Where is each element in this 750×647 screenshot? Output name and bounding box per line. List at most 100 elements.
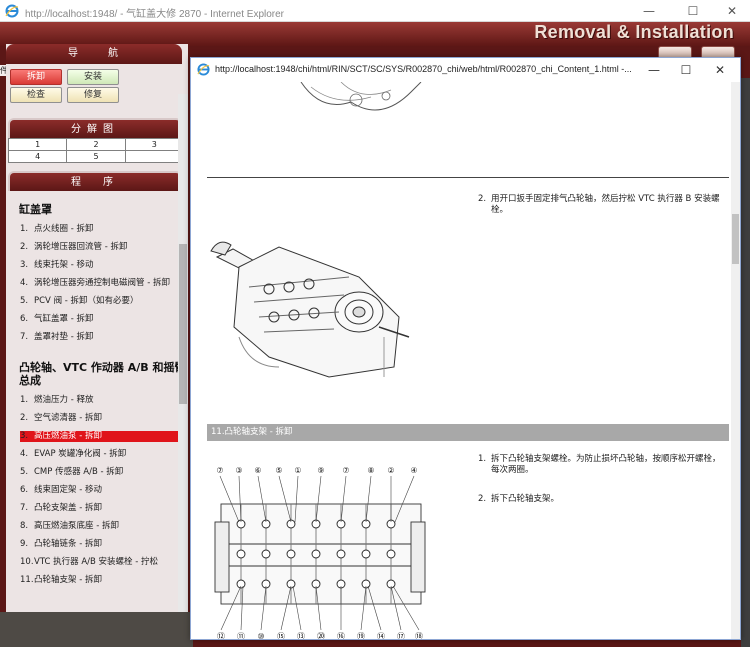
list-item[interactable]: 7. 凸轮支架盖 - 拆卸 xyxy=(20,503,182,514)
item-number: 3. xyxy=(20,260,29,270)
section-title-camshaft: 凸轮轴、VTC 作动器 A/B 和摇臂总成 xyxy=(19,361,186,387)
list-item[interactable]: 4. 涡轮增压器旁通控制电磁阀管 - 拆卸 xyxy=(20,278,182,289)
item-number: 11. xyxy=(20,575,34,585)
section-bar-camshaft-holder: 11.凸轮轴支架 - 拆卸 xyxy=(207,424,729,441)
bolt-label-top-10: ④ xyxy=(410,466,417,475)
exploded-view-title: 分解图 xyxy=(8,118,182,138)
list-item[interactable]: 1. 燃油压力 - 释放 xyxy=(20,395,182,406)
camshaft-wrench-illustration xyxy=(210,241,410,378)
list-item[interactable]: 2. 涡轮增压器回流管 - 拆卸 xyxy=(20,242,182,253)
bolt-label-bottom-2: ⑪ xyxy=(237,632,245,639)
installation-button[interactable]: 安装 xyxy=(67,69,119,85)
engine-illustration-top xyxy=(300,82,422,111)
popup-close-button[interactable]: ✕ xyxy=(705,58,735,82)
exploded-cell-5[interactable]: 5 xyxy=(66,150,126,163)
list-item[interactable]: 7. 盖罩衬垫 - 拆卸 xyxy=(20,332,182,343)
item-number: 4. xyxy=(20,449,29,459)
list-item[interactable]: 1. 点火线圈 - 拆卸 xyxy=(20,224,182,235)
exploded-cell-6 xyxy=(124,150,185,163)
content-popup-window: http://localhost:1948/chi/html/RIN/SCT/S… xyxy=(190,57,741,640)
procedure-list: 缸盖罩 1. 点火线圈 - 拆卸 2. 涡轮增压器回流管 - 拆卸 3. 线束托架 -… xyxy=(6,191,188,612)
item-number: 8. xyxy=(20,521,29,531)
list-item[interactable]: 5. PCV 阀 - 拆卸（如有必要） xyxy=(20,296,182,307)
list-item[interactable]: 2. 空气滤清器 - 拆卸 xyxy=(20,413,182,424)
popup-titlebar: http://localhost:1948/chi/html/RIN/SCT/S… xyxy=(191,58,740,82)
popup-maximize-button[interactable]: ☐ xyxy=(671,58,701,82)
list-item-selected[interactable]: 3. 高压燃油泵 - 拆卸 xyxy=(20,431,184,442)
popup-scrollbar-thumb[interactable] xyxy=(732,214,739,264)
item-number: 6. xyxy=(20,485,29,495)
exploded-cell-1[interactable]: 1 xyxy=(7,138,68,151)
removal-button[interactable]: 拆卸 xyxy=(10,69,62,85)
bolt-label-top-6: ⑨ xyxy=(317,466,324,475)
step-label: 拆下凸轮轴支架。 xyxy=(491,494,560,504)
item-label: 线束固定架 - 移动 xyxy=(34,485,102,495)
step-number: 2. xyxy=(478,494,487,504)
step-number: 1. xyxy=(478,454,487,464)
step-2-text: 2. 用开口扳手固定排气凸轮轴，然后拧松 VTC 执行器 B 安装螺栓。 xyxy=(478,194,723,216)
item-label: EVAP 炭罐净化阀 - 拆卸 xyxy=(34,449,127,459)
item-number: 7. xyxy=(20,332,29,342)
right-edge-strip xyxy=(741,78,750,647)
item-label: 凸轮支架盖 - 拆卸 xyxy=(34,503,102,513)
list-item[interactable]: 4. EVAP 炭罐净化阀 - 拆卸 xyxy=(20,449,182,460)
bolt-label-top-2: ③ xyxy=(235,466,242,475)
list-item[interactable]: 5. CMP 传感器 A/B - 拆卸 xyxy=(20,467,182,478)
window-title: http://localhost:1948/ - 气缸盖大修 2870 - In… xyxy=(25,9,285,20)
list-item[interactable]: 6. 线束固定架 - 移动 xyxy=(20,485,182,496)
maximize-button[interactable]: ☐ xyxy=(675,0,711,22)
item-label: 空气滤清器 - 拆卸 xyxy=(34,413,102,423)
exploded-cell-4[interactable]: 4 xyxy=(7,150,68,163)
list-item[interactable]: 8. 高压燃油泵底座 - 拆卸 xyxy=(20,521,182,532)
nav-scrollbar-thumb[interactable] xyxy=(179,244,187,404)
exploded-cell-2[interactable]: 2 xyxy=(66,138,126,151)
list-item[interactable]: 6. 气缸盖罩 - 拆卸 xyxy=(20,314,182,325)
bolt-label-top-4: ⑤ xyxy=(275,466,282,475)
main-titlebar: http://localhost:1948/ - 气缸盖大修 2870 - In… xyxy=(0,0,750,22)
item-number: 7. xyxy=(20,503,29,513)
bolt-label-bottom-3: ⑩ xyxy=(257,632,264,639)
popup-scrollbar[interactable] xyxy=(731,82,740,639)
nav-title: 导 航 xyxy=(6,44,182,64)
list-item[interactable]: 10. VTC 执行器 A/B 安装螺栓 - 拧松 xyxy=(20,557,182,568)
bolt-label-top-5: ① xyxy=(294,466,301,475)
bolt-label-top-9: ② xyxy=(387,466,394,475)
item-label: CMP 传感器 A/B - 拆卸 xyxy=(34,467,124,477)
item-number: 2. xyxy=(20,242,29,252)
step-number: 2. xyxy=(478,194,487,204)
bolt-label-bottom-11: ⑱ xyxy=(415,632,423,639)
item-number: 5. xyxy=(20,296,29,306)
nav-button-row-1: 拆卸 安装 xyxy=(6,64,188,87)
close-button[interactable]: ✕ xyxy=(714,0,750,22)
ie-icon xyxy=(5,4,19,18)
list-item[interactable]: 9. 凸轮轴链条 - 拆卸 xyxy=(20,539,182,550)
bolt-label-bottom-1: ⑫ xyxy=(217,632,225,639)
repair-button[interactable]: 修复 xyxy=(67,87,119,103)
item-label: VTC 执行器 A/B 安装螺栓 - 拧松 xyxy=(34,557,159,567)
inspection-button[interactable]: 检查 xyxy=(10,87,62,103)
list-item[interactable]: 3. 线束托架 - 移动 xyxy=(20,260,182,271)
exploded-view-table: 1 2 3 4 5 xyxy=(7,138,185,163)
bolt-label-top-7: ⑦ xyxy=(342,466,349,475)
item-label: PCV 阀 - 拆卸（如有必要） xyxy=(34,296,139,306)
item-label: 气缸盖罩 - 拆卸 xyxy=(34,314,94,324)
nav-scrollbar[interactable] xyxy=(178,94,188,612)
section-title-cylinder-head-cover: 缸盖罩 xyxy=(19,203,52,216)
item-number: 6. xyxy=(20,314,29,324)
list-item[interactable]: 11. 凸轮轴支架 - 拆卸 xyxy=(20,575,182,586)
popup-minimize-button[interactable]: — xyxy=(639,58,669,82)
bolt-label-bottom-7: ⑯ xyxy=(337,632,345,639)
item-number: 5. xyxy=(20,467,29,477)
item-number: 1. xyxy=(20,395,29,405)
bolt-label-top-1: ⑦ xyxy=(216,466,223,475)
navigation-panel: 导 航 拆卸 安装 检查 修复 分解图 1 2 3 4 5 程 序 缸盖罩 1. 点火… xyxy=(6,44,188,612)
item-label: 燃油压力 - 释放 xyxy=(34,395,94,405)
exploded-cell-3[interactable]: 3 xyxy=(124,138,185,151)
camshaft-holder-diagram: ⑦ ③ ⑥ ⑤ ① ⑨ ⑦ ⑧ ② ④ ⑫ ⑪ ⑩ ⑮ ⑬ ⑳ ⑯ ⑲ ⑭ ⑰ xyxy=(214,466,426,639)
section-divider xyxy=(207,177,729,178)
step-label: 拆下凸轮轴支架螺栓。为防止损坏凸轮轴，按顺序松开螺栓，每次两圈。 xyxy=(491,454,721,475)
minimize-button[interactable]: — xyxy=(631,0,667,22)
popup-url: http://localhost:1948/chi/html/RIN/SCT/S… xyxy=(215,64,632,74)
bolt-label-bottom-5: ⑬ xyxy=(297,632,305,639)
bolt-label-bottom-9: ⑭ xyxy=(377,632,385,639)
